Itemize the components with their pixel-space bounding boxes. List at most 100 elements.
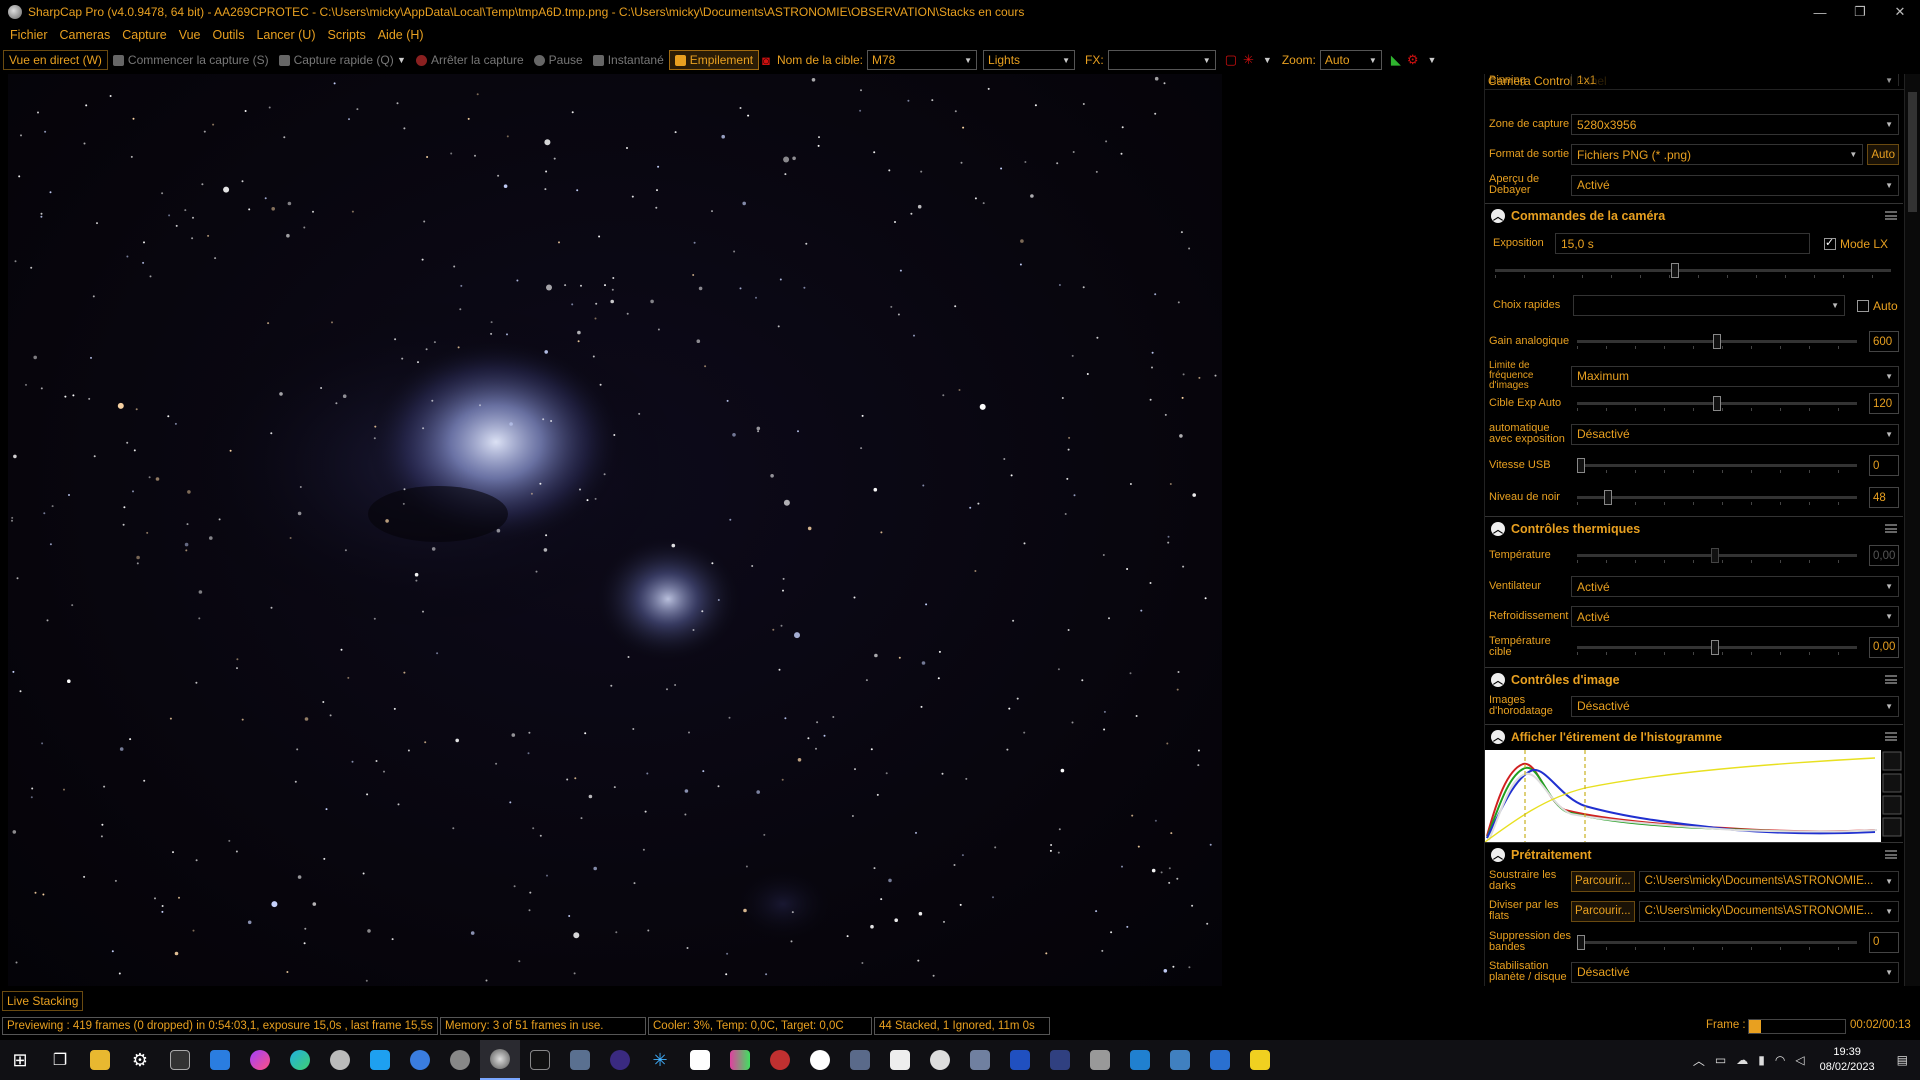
taskbar-app-5[interactable]	[520, 1040, 560, 1080]
exposure-slider[interactable]	[1489, 260, 1897, 281]
quick-capture-button[interactable]: Capture rapide (Q) ▼	[274, 50, 411, 70]
histogram-save-button[interactable]	[1882, 795, 1902, 815]
usb-speed-slider-handle[interactable]	[1577, 458, 1585, 473]
flats-browse-button[interactable]: Parcourir...	[1571, 900, 1635, 922]
gain-value[interactable]: 600	[1869, 331, 1899, 352]
menu-outils[interactable]: Outils	[207, 28, 251, 42]
auto-exposure-select[interactable]: Désactivé ▼	[1571, 423, 1899, 445]
histogram-icon[interactable]: ◣	[1388, 52, 1404, 68]
histogram-reset-button[interactable]	[1882, 773, 1902, 793]
darks-browse-button[interactable]: Parcourir...	[1571, 870, 1635, 892]
exposure-input[interactable]: 15,0 s	[1555, 233, 1810, 254]
capture-area-select[interactable]: 5280x3956 ▼	[1571, 114, 1899, 135]
binning-select[interactable]: 1x1 ▼	[1571, 74, 1899, 86]
taskbar-edge[interactable]	[280, 1040, 320, 1080]
taskbar-app-14[interactable]	[880, 1040, 920, 1080]
auto-exp-target-value[interactable]: 120	[1869, 393, 1899, 414]
crosshair-icon[interactable]: ✳	[1240, 52, 1257, 68]
menu-icon[interactable]	[1885, 850, 1897, 859]
histogram-contrast-button[interactable]	[1882, 817, 1902, 837]
taskbar-app-17[interactable]	[1000, 1040, 1040, 1080]
taskbar-app-18[interactable]	[1040, 1040, 1080, 1080]
menu-icon[interactable]	[1885, 732, 1897, 741]
taskbar-sharpcap[interactable]	[480, 1040, 520, 1080]
gain-slider-handle[interactable]	[1713, 334, 1721, 349]
taskbar-app-16[interactable]	[960, 1040, 1000, 1080]
volume-icon[interactable]: ◁	[1790, 1053, 1809, 1067]
histogram-section[interactable]: ︿ Afficher l'étirement de l'histogramme	[1485, 724, 1903, 748]
menu-icon[interactable]	[1885, 524, 1897, 533]
maximize-button[interactable]: ❐	[1840, 0, 1880, 24]
gain-slider[interactable]	[1571, 331, 1863, 352]
wifi-icon[interactable]: ◠	[1770, 1053, 1790, 1067]
black-level-slider-handle[interactable]	[1604, 490, 1613, 505]
device-icon[interactable]: ▭	[1710, 1053, 1731, 1067]
live-stacking-tab[interactable]: Live Stacking	[2, 991, 84, 1011]
pause-button[interactable]: Pause	[529, 50, 588, 70]
black-level-slider[interactable]	[1571, 487, 1863, 508]
output-format-auto-button[interactable]: Auto	[1867, 144, 1899, 165]
taskbar-messenger[interactable]	[240, 1040, 280, 1080]
chevron-up-icon[interactable]: ︿	[1491, 208, 1505, 223]
banding-value[interactable]: 0	[1869, 931, 1899, 953]
chevron-down-icon[interactable]: ▼	[397, 55, 406, 65]
menu-fichier[interactable]: Fichier	[4, 28, 54, 42]
start-button[interactable]: ⊞	[0, 1040, 40, 1080]
thermal-controls-section[interactable]: ︿ Contrôles thermiques	[1485, 516, 1903, 540]
panel-scrollbar[interactable]	[1904, 74, 1920, 986]
menu-icon[interactable]	[1885, 211, 1897, 220]
taskbar-app-15[interactable]	[920, 1040, 960, 1080]
taskbar-sticky-notes[interactable]	[1240, 1040, 1280, 1080]
taskbar-notion[interactable]	[160, 1040, 200, 1080]
taskbar-app-3[interactable]	[400, 1040, 440, 1080]
menu-aide[interactable]: Aide (H)	[372, 28, 430, 42]
target-temperature-slider-handle[interactable]	[1711, 639, 1719, 655]
framerate-select[interactable]: Maximum ▼	[1571, 365, 1899, 387]
taskbar-app-1[interactable]	[320, 1040, 360, 1080]
banding-slider[interactable]	[1571, 932, 1863, 953]
frame-type-combo[interactable]: Lights ▼	[983, 50, 1076, 70]
taskbar-app-8[interactable]: ✳	[640, 1040, 680, 1080]
snapshot-button[interactable]: Instantané	[588, 50, 669, 70]
camera-controls-section[interactable]: ︿ Commandes de la caméra	[1485, 203, 1903, 227]
auto-exp-target-slider[interactable]	[1571, 393, 1863, 414]
timestamp-select[interactable]: Désactivé ▼	[1571, 695, 1899, 717]
cloud-icon[interactable]: ☁	[1731, 1053, 1753, 1067]
reticle-icon[interactable]: ▢	[1222, 52, 1240, 68]
close-button[interactable]: ✕	[1880, 0, 1920, 24]
menu-icon[interactable]	[1885, 675, 1897, 684]
taskbar-app-2[interactable]	[360, 1040, 400, 1080]
chevron-up-icon[interactable]: ︿	[1491, 847, 1505, 862]
output-format-select[interactable]: Fichiers PNG (* .png) ▼	[1571, 144, 1864, 165]
cooling-select[interactable]: Activé ▼	[1571, 606, 1899, 627]
taskbar-app-7[interactable]	[600, 1040, 640, 1080]
taskbar-app-12[interactable]	[800, 1040, 840, 1080]
taskbar-app-11[interactable]	[760, 1040, 800, 1080]
image-viewer[interactable]	[0, 74, 1222, 986]
histogram-auto-stretch-button[interactable]	[1882, 751, 1902, 771]
usb-speed-value[interactable]: 0	[1869, 455, 1899, 476]
live-image[interactable]	[8, 74, 1222, 986]
taskbar-explorer[interactable]	[80, 1040, 120, 1080]
taskbar-app-21[interactable]	[1160, 1040, 1200, 1080]
menu-cameras[interactable]: Cameras	[54, 28, 117, 42]
chevron-up-icon[interactable]: ︿	[1491, 521, 1505, 536]
preprocessing-section[interactable]: ︿ Prétraitement	[1485, 842, 1903, 866]
chevron-up-icon[interactable]: ︿	[1491, 672, 1505, 687]
quick-choice-select[interactable]: ▼	[1573, 295, 1845, 316]
taskbar-app-9[interactable]	[680, 1040, 720, 1080]
start-capture-button[interactable]: Commencer la capture (S)	[108, 50, 274, 70]
flats-path-select[interactable]: C:\Users\micky\Documents\ASTRONOMIE... ▼	[1638, 900, 1899, 922]
debayer-select[interactable]: Activé ▼	[1571, 174, 1899, 196]
zoom-combo[interactable]: Auto ▼	[1319, 50, 1382, 70]
battery-icon[interactable]: ▮	[1753, 1053, 1770, 1067]
target-temperature-value[interactable]: 0,00	[1869, 636, 1899, 658]
lx-mode-checkbox[interactable]	[1824, 236, 1836, 250]
gear-icon[interactable]: ⚙	[1404, 52, 1422, 68]
target-name-combo[interactable]: M78 ▼	[867, 50, 978, 70]
taskbar-app-4[interactable]	[440, 1040, 480, 1080]
chevron-up-icon[interactable]: ︿	[1688, 1052, 1710, 1069]
usb-speed-slider[interactable]	[1571, 455, 1863, 476]
taskbar-app-22[interactable]	[1200, 1040, 1240, 1080]
task-view-button[interactable]: ❐	[40, 1040, 80, 1080]
